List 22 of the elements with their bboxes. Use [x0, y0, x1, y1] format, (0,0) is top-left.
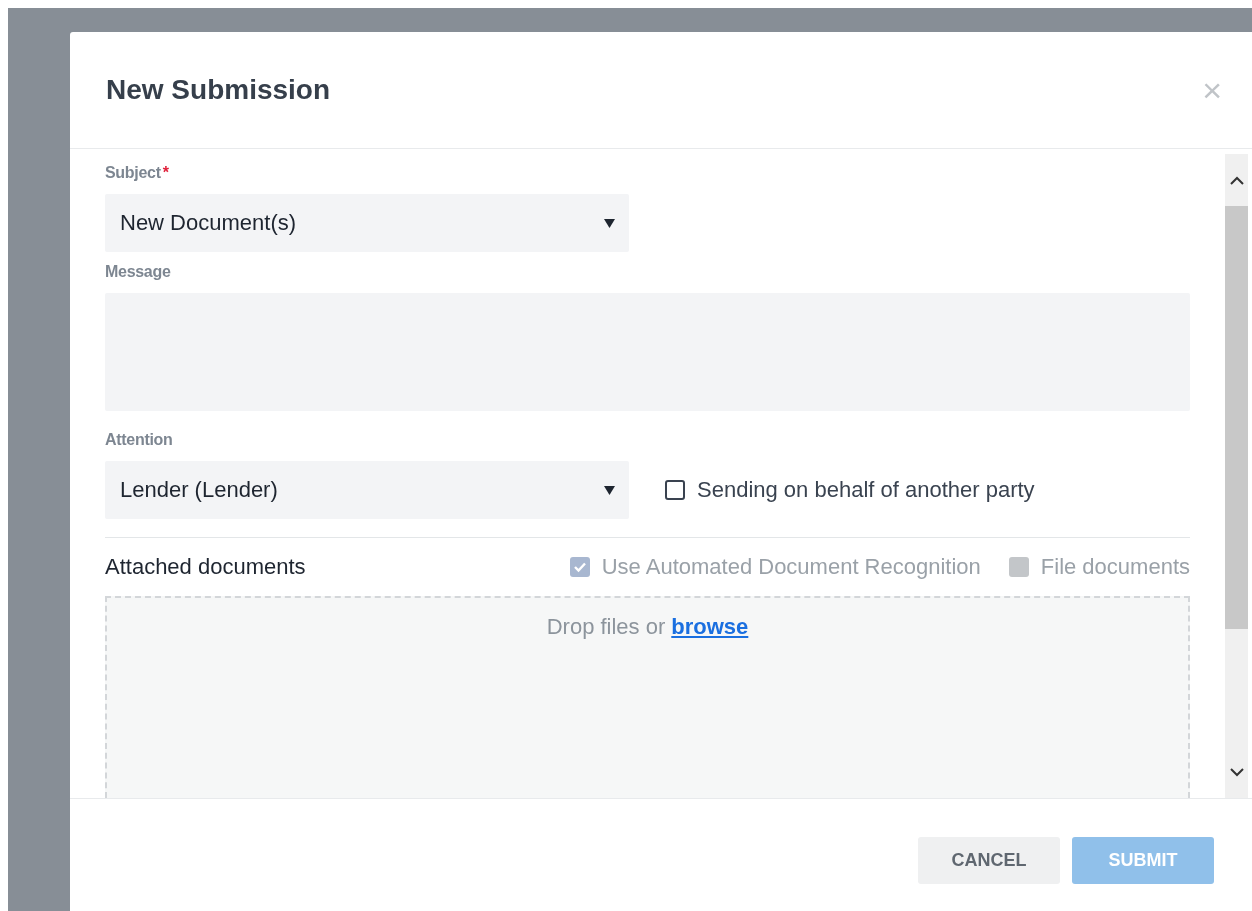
- attention-dropdown[interactable]: Lender (Lender): [105, 461, 629, 519]
- field-label: Subject: [105, 164, 161, 182]
- browse-link[interactable]: browse: [671, 614, 749, 639]
- scroll-up-icon[interactable]: [1229, 175, 1244, 185]
- checkbox-label: Use Automated Document Recognition: [601, 554, 981, 580]
- field-label: Message: [105, 263, 171, 281]
- section-title: Attached documents: [105, 554, 307, 580]
- dropdown-caret-icon: [604, 485, 615, 495]
- drop-zone[interactable]: Drop files or browse: [105, 596, 1190, 798]
- subject-dropdown[interactable]: New Document(s): [105, 194, 629, 252]
- field-label: Attention: [105, 431, 173, 449]
- dropdown-caret-icon: [604, 218, 615, 228]
- scrollbar-thumb[interactable]: [1225, 206, 1248, 629]
- checkbox-label: Sending on behalf of another party: [697, 477, 1035, 503]
- scrollbar[interactable]: [1225, 154, 1248, 798]
- scroll-down-icon[interactable]: [1229, 767, 1244, 777]
- drop-text: Drop files or: [546, 614, 666, 639]
- dialog-title: New Submission: [106, 74, 331, 106]
- checkbox[interactable]: [665, 480, 685, 500]
- checkbox-label: File documents: [1040, 554, 1190, 580]
- cancel-button[interactable]: CANCEL: [918, 837, 1060, 884]
- required-asterisk: *: [162, 164, 169, 182]
